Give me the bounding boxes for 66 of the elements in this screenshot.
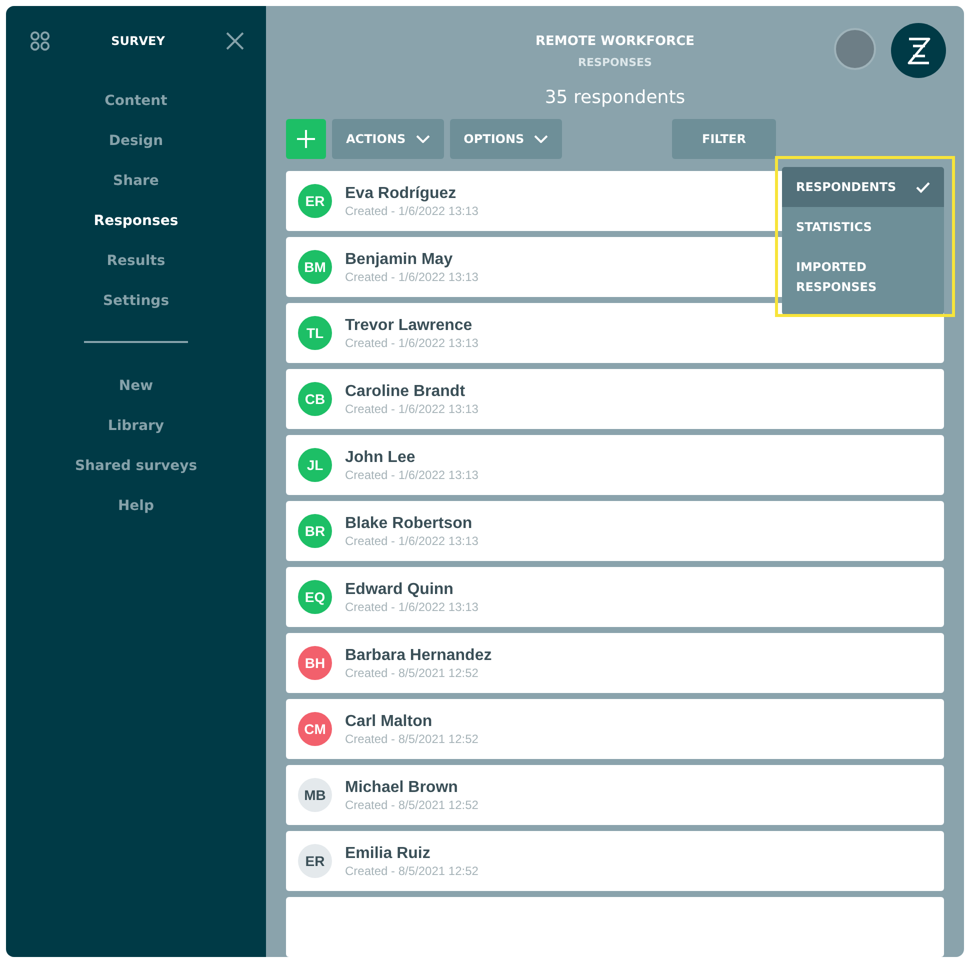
respondent-card[interactable]: CM Carl Malton Created - 8/5/2021 12:52	[286, 699, 944, 759]
sidebar-item[interactable]: Settings	[98, 281, 174, 321]
sidebar-item[interactable]: Share	[109, 161, 163, 201]
initials-avatar: TL	[298, 316, 332, 350]
initials-avatar: EQ	[298, 580, 332, 614]
respondent-name: Emilia Ruiz	[345, 844, 432, 862]
options-button[interactable]: OPTIONS	[450, 119, 562, 159]
initials-avatar: ER	[298, 184, 332, 218]
close-icon[interactable]	[226, 32, 244, 50]
created-date: Created - 8/5/2021 12:52	[345, 732, 478, 746]
created-date: Created - 1/6/2022 13:13	[345, 468, 478, 482]
created-date: Created - 1/6/2022 13:13	[345, 204, 478, 218]
initials-avatar: BM	[298, 250, 332, 284]
initials-avatar: CM	[298, 712, 332, 746]
sidebar-item[interactable]: Help	[114, 486, 158, 526]
respondent-name: Benjamin May	[345, 250, 454, 268]
respondent-card[interactable]: CB Caroline Brandt Created - 1/6/2022 13:13	[286, 369, 944, 429]
respondent-name: Trevor Lawrence	[345, 316, 474, 334]
actions-button[interactable]: ACTIONS	[332, 119, 444, 159]
respondent-card[interactable]: BR Blake Robertson Created - 1/6/2022 13:13	[286, 501, 944, 561]
initials-avatar: BH	[298, 646, 332, 680]
sidebar-item[interactable]: Library	[104, 406, 168, 446]
initials-avatar: CB	[298, 382, 332, 416]
survey-title: REMOTE WORKFORCE	[536, 34, 694, 49]
created-date: Created - 1/6/2022 13:13	[345, 600, 478, 614]
filter-button[interactable]: FILTER	[672, 119, 776, 159]
respondent-count: 35 respondents	[544, 87, 686, 110]
respondent-name: John Lee	[345, 448, 416, 466]
menu-item[interactable]: RESPONDENTS	[782, 167, 944, 207]
chevron-down-icon	[416, 135, 430, 143]
created-date: Created - 1/6/2022 13:13	[345, 336, 478, 350]
respondent-name: Caroline Brandt	[345, 382, 466, 400]
created-date: Created - 8/5/2021 12:52	[345, 666, 480, 680]
respondent-name: Carl Malton	[345, 712, 434, 730]
respondent-name: Blake Robertson	[345, 514, 474, 532]
created-date: Created - 1/6/2022 13:13	[345, 270, 478, 284]
created-date: Created - 1/6/2022 13:13	[345, 402, 478, 416]
created-date: Created - 8/5/2021 12:52	[345, 864, 478, 878]
respondent-card[interactable]: BH Barbara Hernandez Created - 8/5/2021 12:52	[286, 633, 944, 693]
initials-avatar: BR	[298, 514, 332, 548]
respondent-name: Barbara Hernandez	[345, 646, 492, 664]
sidebar-item[interactable]: Content	[100, 81, 172, 121]
respondent-name: Eva Rodríguez	[345, 184, 458, 202]
sidebar-title: SURVEY	[111, 34, 165, 48]
respondent-card[interactable]: TL Trevor Lawrence Created - 1/6/2022 13:13	[286, 303, 944, 363]
sidebar-item[interactable]: Design	[104, 121, 168, 161]
initials-avatar: JL	[298, 448, 332, 482]
initials-avatar: ER	[298, 844, 332, 878]
chevron-down-icon	[534, 135, 548, 143]
respondent-card[interactable]: JL John Lee Created - 1/6/2022 13:13	[286, 435, 944, 495]
sidebar-item[interactable]: Results	[102, 241, 170, 281]
sidebar-item[interactable]: Responses	[90, 201, 182, 241]
respondent-card[interactable]: MB Michael Brown Created - 8/5/2021 12:52	[286, 765, 944, 825]
sidebar-item[interactable]: Shared surveys	[70, 446, 202, 486]
respondent-name: Edward Quinn	[345, 580, 454, 598]
respondent-name: Michael Brown	[345, 778, 459, 796]
grid-icon[interactable]	[30, 31, 50, 51]
created-date: Created - 8/5/2021 12:52	[345, 798, 478, 812]
page-subtitle: RESPONSES	[578, 56, 652, 69]
check-icon	[916, 182, 930, 192]
plus-icon	[297, 130, 315, 148]
respondent-card[interactable]: ER Emilia Ruiz Created - 8/5/2021 12:52	[286, 831, 944, 891]
sidebar-item[interactable]: New	[114, 366, 158, 406]
created-date: Created - 1/6/2022 13:13	[345, 534, 478, 548]
initials-avatar: MB	[298, 778, 332, 812]
respondent-card[interactable]: EQ Edward Quinn Created - 1/6/2022 13:13	[286, 567, 944, 627]
